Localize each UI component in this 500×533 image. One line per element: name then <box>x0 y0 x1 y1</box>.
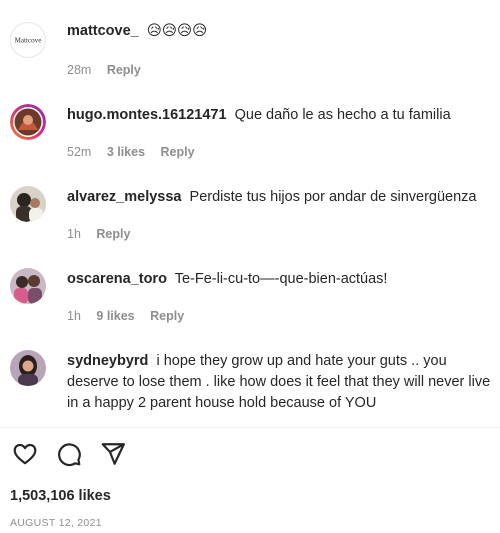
comment-meta: 1h 9 likes Reply <box>67 308 196 324</box>
avatar[interactable] <box>10 350 46 386</box>
avatar[interactable] <box>10 186 46 222</box>
comment-time: 1h <box>67 309 81 323</box>
reply-button[interactable]: Reply <box>150 309 184 323</box>
comment-meta: 28m Reply <box>67 62 153 78</box>
comment-time: 1h <box>67 227 81 241</box>
paper-plane-icon[interactable] <box>100 441 126 467</box>
comment-text: hugo.montes.16121471 Que daño le as hech… <box>67 105 492 126</box>
comment-text: sydneybyrd i hope they grow up and hate … <box>67 351 492 414</box>
comment-body: 😥😥😥😥 <box>146 23 208 39</box>
comment-body: Te-Fe-li-cu-to—-que-bien-actúas! <box>174 271 388 287</box>
comment-username[interactable]: oscarena_toro <box>67 271 167 287</box>
comment-username[interactable]: sydneybyrd <box>67 353 148 369</box>
comment-text: mattcove_ 😥😥😥😥 <box>67 21 492 42</box>
heart-icon[interactable] <box>12 441 38 467</box>
comment-bubble-icon[interactable] <box>56 441 82 467</box>
comment-time: 52m <box>67 145 92 159</box>
comment-likes[interactable]: 3 likes <box>107 145 145 159</box>
comment-likes[interactable]: 9 likes <box>96 309 134 323</box>
reply-button[interactable]: Reply <box>107 63 141 77</box>
divider <box>0 427 500 428</box>
comment-meta: 52m 3 likes Reply <box>67 144 207 160</box>
profile-photo-icon <box>10 350 46 386</box>
comment-body: Que daño le as hecho a tu familia <box>234 107 451 123</box>
svg-text:Mattcove: Mattcove <box>15 36 42 44</box>
comment-text: oscarena_toro Te-Fe-li-cu-to—-que-bien-a… <box>67 269 492 290</box>
comment-meta: 1h Reply <box>67 226 142 242</box>
like-count[interactable]: 1,503,106 likes <box>10 488 111 504</box>
reply-button[interactable]: Reply <box>161 145 195 159</box>
reply-button[interactable]: Reply <box>96 227 130 241</box>
comment-time: 28m <box>67 63 92 77</box>
avatar[interactable] <box>10 268 46 304</box>
mattcove-logo-icon: Mattcove <box>15 36 42 44</box>
profile-photo-icon <box>10 268 46 304</box>
profile-photo-icon <box>10 104 46 140</box>
comment-username[interactable]: alvarez_melyssa <box>67 189 182 205</box>
comment-body: Perdiste tus hijos por andar de sinvergü… <box>189 189 477 205</box>
profile-photo-icon <box>10 186 46 222</box>
comment-username[interactable]: hugo.montes.16121471 <box>67 107 227 123</box>
avatar[interactable]: Mattcove <box>10 22 46 58</box>
comment-text: alvarez_melyssa Perdiste tus hijos por a… <box>67 187 492 208</box>
post-date: AUGUST 12, 2021 <box>10 517 102 529</box>
comment-username[interactable]: mattcove_ <box>67 23 139 39</box>
avatar[interactable] <box>10 104 46 140</box>
